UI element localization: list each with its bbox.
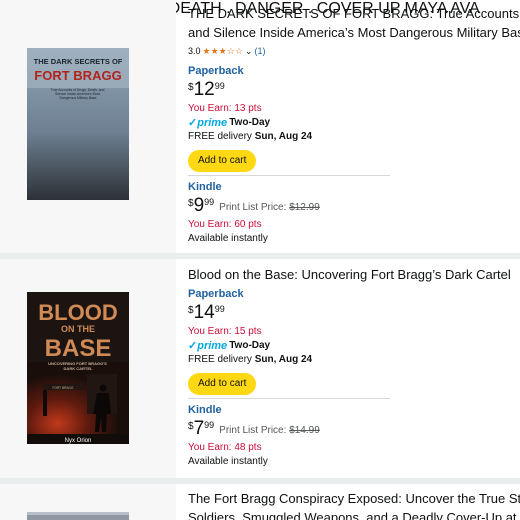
cover-author: Nyx Orion xyxy=(65,438,92,444)
cover-title-line1: BLOOD xyxy=(38,300,117,325)
prime-two-day-label: Two-Day xyxy=(229,117,271,128)
prime-badge: ✓ prime Two-Day xyxy=(188,116,520,130)
cover-title-line1: THE DARK SECRETS OF xyxy=(34,57,123,66)
add-to-cart-button[interactable]: Add to cart xyxy=(188,150,257,172)
result-info: Blood on the Base: Uncovering Fort Bragg… xyxy=(188,265,520,469)
format-paperback-link[interactable]: Paperback xyxy=(188,64,520,78)
star-rating[interactable]: ★ ★ ★ ☆ ☆ xyxy=(203,46,243,56)
availability-status: Available instantly xyxy=(188,456,268,467)
price-fraction: 99 xyxy=(204,197,215,207)
search-result-2: BLOOD ON THE BASE UNCOVERING FORT BRAGG'… xyxy=(0,259,520,478)
product-title[interactable]: The Fort Bragg Conspiracy Exposed: Uncov… xyxy=(188,489,520,508)
prime-two-day-label: Two-Day xyxy=(229,340,271,351)
product-title-line2[interactable]: and Silence Inside America’s Most Danger… xyxy=(188,23,520,42)
chevron-down-icon[interactable]: ⌄ xyxy=(245,46,253,57)
kindle-price[interactable]: $ 9 99 Print List Price: $12.99 xyxy=(188,196,520,215)
delivery-prefix: FREE delivery xyxy=(188,354,252,365)
price-fraction: 99 xyxy=(204,420,215,430)
rating-row: 3.0 ★ ★ ★ ☆ ☆ ⌄ (1) xyxy=(188,43,520,59)
cover-title-line2: ON THE xyxy=(61,324,95,334)
product-title-line2[interactable]: Soldiers, Smuggled Weapons, and a Deadly… xyxy=(188,508,520,520)
rating-value: 3.0 xyxy=(188,46,201,56)
list-price-label: Print List Price: xyxy=(219,425,287,436)
paperback-price[interactable]: $ 14 99 xyxy=(188,303,520,322)
star-empty-icon: ☆ xyxy=(226,46,235,56)
star-full-icon: ★ xyxy=(210,46,219,56)
price-whole: 14 xyxy=(193,302,215,323)
earn-points: You Earn: 15 pts xyxy=(188,326,262,337)
earn-points: You Earn: 60 pts xyxy=(188,219,262,230)
cover-sign: FORT BRAGG xyxy=(53,386,74,390)
book-cover-conspiracy-exposed[interactable] xyxy=(27,512,129,520)
prime-check-icon: ✓ xyxy=(188,117,198,129)
earn-points: You Earn: 48 pts xyxy=(188,442,262,453)
paperback-price[interactable]: $ 12 99 xyxy=(188,80,520,99)
kindle-price[interactable]: $ 7 99 Print List Price: $14.99 xyxy=(188,419,520,438)
star-full-icon: ★ xyxy=(218,46,227,56)
prime-logo: prime xyxy=(197,117,228,129)
list-price-label: Print List Price: xyxy=(219,202,287,213)
product-title[interactable]: Blood on the Base: Uncovering Fort Bragg… xyxy=(188,265,520,284)
cover-title-line2: FORT BRAGG xyxy=(34,68,121,83)
earn-points: You Earn: 13 pts xyxy=(188,103,262,114)
result-info: THE DARK SECRETS OF FORT BRAGG: True Acc… xyxy=(188,4,520,246)
print-list-price: Print List Price: $12.99 xyxy=(219,203,320,213)
delivery-prefix: FREE delivery xyxy=(188,131,252,142)
book-cover-blood-on-the-base[interactable]: BLOOD ON THE BASE UNCOVERING FORT BRAGG'… xyxy=(27,292,129,444)
price-fraction: 99 xyxy=(214,304,225,314)
format-kindle-link[interactable]: Kindle xyxy=(188,403,520,417)
prime-badge: ✓ prime Two-Day xyxy=(188,339,520,353)
add-to-cart-button[interactable]: Add to cart xyxy=(188,373,257,395)
star-full-icon: ★ xyxy=(202,46,211,56)
list-price-value: $12.99 xyxy=(289,202,320,213)
format-divider xyxy=(188,175,390,176)
price-whole: 9 xyxy=(193,195,205,216)
result-info: The Fort Bragg Conspiracy Exposed: Uncov… xyxy=(188,489,520,520)
book-cover-dark-secrets[interactable]: THE DARK SECRETS OF FORT BRAGG True Acco… xyxy=(27,48,129,200)
delivery-info: FREE delivery Sun, Aug 24 xyxy=(188,353,520,367)
search-result-3: The Fort Bragg Conspiracy Exposed: Uncov… xyxy=(0,484,520,520)
price-whole: 7 xyxy=(193,418,205,439)
availability-status: Available instantly xyxy=(188,233,268,244)
price-whole: 12 xyxy=(193,79,215,100)
prime-check-icon: ✓ xyxy=(188,340,198,352)
cover-title-line3: BASE xyxy=(45,335,112,362)
product-title[interactable]: THE DARK SECRETS OF FORT BRAGG: True Acc… xyxy=(188,4,520,23)
list-price-value: $14.99 xyxy=(289,425,320,436)
price-fraction: 99 xyxy=(214,81,225,91)
print-list-price: Print List Price: $14.99 xyxy=(219,426,320,436)
search-result-1: THE DARK SECRETS OF FORT BRAGG True Acco… xyxy=(0,0,520,253)
format-kindle-link[interactable]: Kindle xyxy=(188,180,520,194)
format-divider xyxy=(188,398,390,399)
prime-logo: prime xyxy=(197,340,228,352)
star-empty-icon: ☆ xyxy=(234,46,243,56)
delivery-info: FREE delivery Sun, Aug 24 xyxy=(188,130,520,144)
delivery-date: Sun, Aug 24 xyxy=(254,354,313,365)
review-count-link[interactable]: (1) xyxy=(254,46,265,56)
format-paperback-link[interactable]: Paperback xyxy=(188,287,520,301)
delivery-date: Sun, Aug 24 xyxy=(254,131,313,142)
